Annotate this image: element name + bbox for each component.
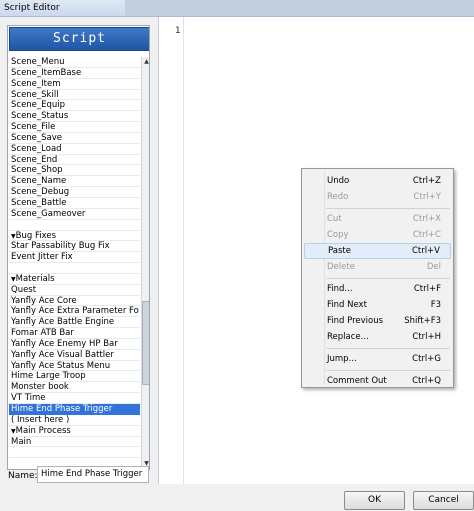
menu-item-shortcut: F3 [430,300,441,310]
script-list-panel: Script Scene_Menu Scene_ItemBase Scene_Ite… [0,17,158,511]
menu-item-copy: Copy Ctrl+C [304,227,451,243]
menu-item-shortcut: Ctrl+Q [412,376,441,386]
script-list-item[interactable]: Scene_Debug [9,187,140,198]
script-list-item[interactable]: Quest [9,285,140,296]
line-number: 1 [175,26,181,36]
script-list-item[interactable]: Scene_Menu [9,57,140,68]
script-list-items: Scene_Menu Scene_ItemBase Scene_Item Scene_… [9,57,140,459]
menu-item-label: Paste [328,246,351,256]
menu-item-find-next[interactable]: Find Next F3 [304,297,451,313]
menu-item-label: Find... [327,284,353,294]
script-list-item[interactable]: Scene_End [9,155,140,166]
menu-item-replace[interactable]: Replace... Ctrl+H [304,329,451,345]
script-list-item[interactable]: Scene_Item [9,79,140,90]
scroll-up-arrow-icon[interactable]: ▲ [142,57,149,67]
list-section-header[interactable]: Main Process [9,426,140,437]
line-number-gutter: 1 [159,17,184,484]
script-list-item[interactable]: Scene_File [9,122,140,133]
menu-item-undo[interactable]: Undo Ctrl+Z [304,173,451,189]
menu-item-label: Delete [327,262,355,272]
script-list-item[interactable]: Scene_ItemBase [9,68,140,79]
script-list-item[interactable]: Yanfly Ace Enemy HP Bar [9,339,140,350]
menu-item-label: Cut [327,214,342,224]
script-list-item[interactable]: ( Insert here ) [9,415,140,426]
script-list-item[interactable]: Main [9,437,140,448]
script-list-item[interactable]: Monster book [9,382,140,394]
menu-item-delete: Delete Del [304,259,451,275]
script-list-item[interactable]: Fomar ATB Bar [9,328,140,339]
menu-item-label: Comment Out [327,376,387,386]
script-list-item[interactable] [9,220,140,231]
script-list-item[interactable]: Scene_Name [9,176,140,188]
window-title: Script Editor [4,3,60,13]
menu-separator [326,278,450,279]
menu-item-comment-out[interactable]: Comment Out Ctrl+Q [304,373,451,389]
menu-item-label: Undo [327,176,350,186]
script-list-item[interactable] [9,263,140,274]
script-list-item[interactable]: Scene_Load [9,144,140,155]
menu-item-paste[interactable]: Paste Ctrl+V [304,243,451,259]
script-list-item[interactable]: Scene_Gameover [9,209,140,220]
script-list-item[interactable]: Yanfly Ace Visual Battler [9,350,140,361]
script-list-item[interactable]: Scene_Status [9,111,140,123]
list-section-header[interactable]: Bug Fixes [9,231,140,242]
menu-item-label: Copy [327,230,349,240]
menu-separator [326,348,450,349]
menu-item-label: Replace... [327,332,369,342]
name-label: Name: [8,471,38,481]
context-menu: Undo Ctrl+Z Redo Ctrl+Y Cut Ctrl+X Copy Ctrl+C P… [301,168,454,388]
script-list-header: Script [9,27,149,51]
script-list-item[interactable]: Yanfly Ace Battle Engine [9,317,140,329]
dialog-button-bar: OK Cancel [158,484,474,511]
menu-item-jump[interactable]: Jump... Ctrl+G [304,351,451,367]
menu-item-redo: Redo Ctrl+Y [304,189,451,205]
menu-item-shortcut: Ctrl+X [412,214,441,224]
menu-item-label: Find Next [327,300,367,310]
title-bar[interactable]: Script Editor [0,0,474,17]
script-list-item[interactable]: Star Passability Bug Fix [9,241,140,253]
script-list-item[interactable]: Scene_Skill [9,90,140,101]
menu-separator [326,370,450,371]
menu-item-shortcut: Ctrl+Z [412,176,441,186]
menu-item-cut: Cut Ctrl+X [304,211,451,227]
script-list-item[interactable]: Yanfly Ace Core [9,296,140,307]
ok-button[interactable]: OK [344,491,405,510]
menu-item-label: Find Previous [327,316,384,326]
menu-item-shortcut: Ctrl+V [411,246,440,256]
menu-item-label: Redo [327,192,349,202]
menu-item-shortcut: Shift+F3 [404,316,441,326]
menu-item-find[interactable]: Find... Ctrl+F [304,281,451,297]
script-list-item[interactable]: Scene_Shop [9,165,140,177]
script-list-item[interactable]: Scene_Equip [9,100,140,112]
menu-item-shortcut: Del [426,262,441,272]
script-name-input[interactable]: Hime End Phase Trigger [37,466,149,483]
menu-item-shortcut: Ctrl+H [412,332,441,342]
menu-item-shortcut: Ctrl+Y [413,192,441,202]
script-list-item[interactable]: Hime End Phase Trigger [9,404,140,415]
script-list-item[interactable]: Hime Large Troop [9,371,140,383]
script-list-item[interactable] [9,447,140,459]
script-list-item[interactable]: Yanfly Ace Extra Parameter Fo [9,306,140,318]
title-bar-right-area [125,0,474,16]
cancel-button[interactable]: Cancel [413,491,474,510]
menu-item-find-previous[interactable]: Find Previous Shift+F3 [304,313,451,329]
script-list-item[interactable]: Scene_Save [9,133,140,144]
menu-item-shortcut: Ctrl+F [413,284,441,294]
script-list-item[interactable]: Event Jitter Fix [9,252,140,264]
script-list[interactable]: Script Scene_Menu Scene_ItemBase Scene_Ite… [7,25,150,470]
menu-item-shortcut: Ctrl+C [412,230,441,240]
script-list-item[interactable]: Scene_Battle [9,198,140,209]
script-list-scrollbar[interactable]: ▲ ▼ [141,57,149,469]
menu-item-label: Jump... [327,354,357,364]
scroll-thumb[interactable] [142,301,149,386]
script-list-item[interactable]: VT Time [9,393,140,404]
menu-separator [326,208,450,209]
script-list-item[interactable]: Yanfly Ace Status Menu [9,361,140,372]
menu-item-shortcut: Ctrl+G [412,354,441,364]
list-section-header[interactable]: Materials [9,274,140,285]
